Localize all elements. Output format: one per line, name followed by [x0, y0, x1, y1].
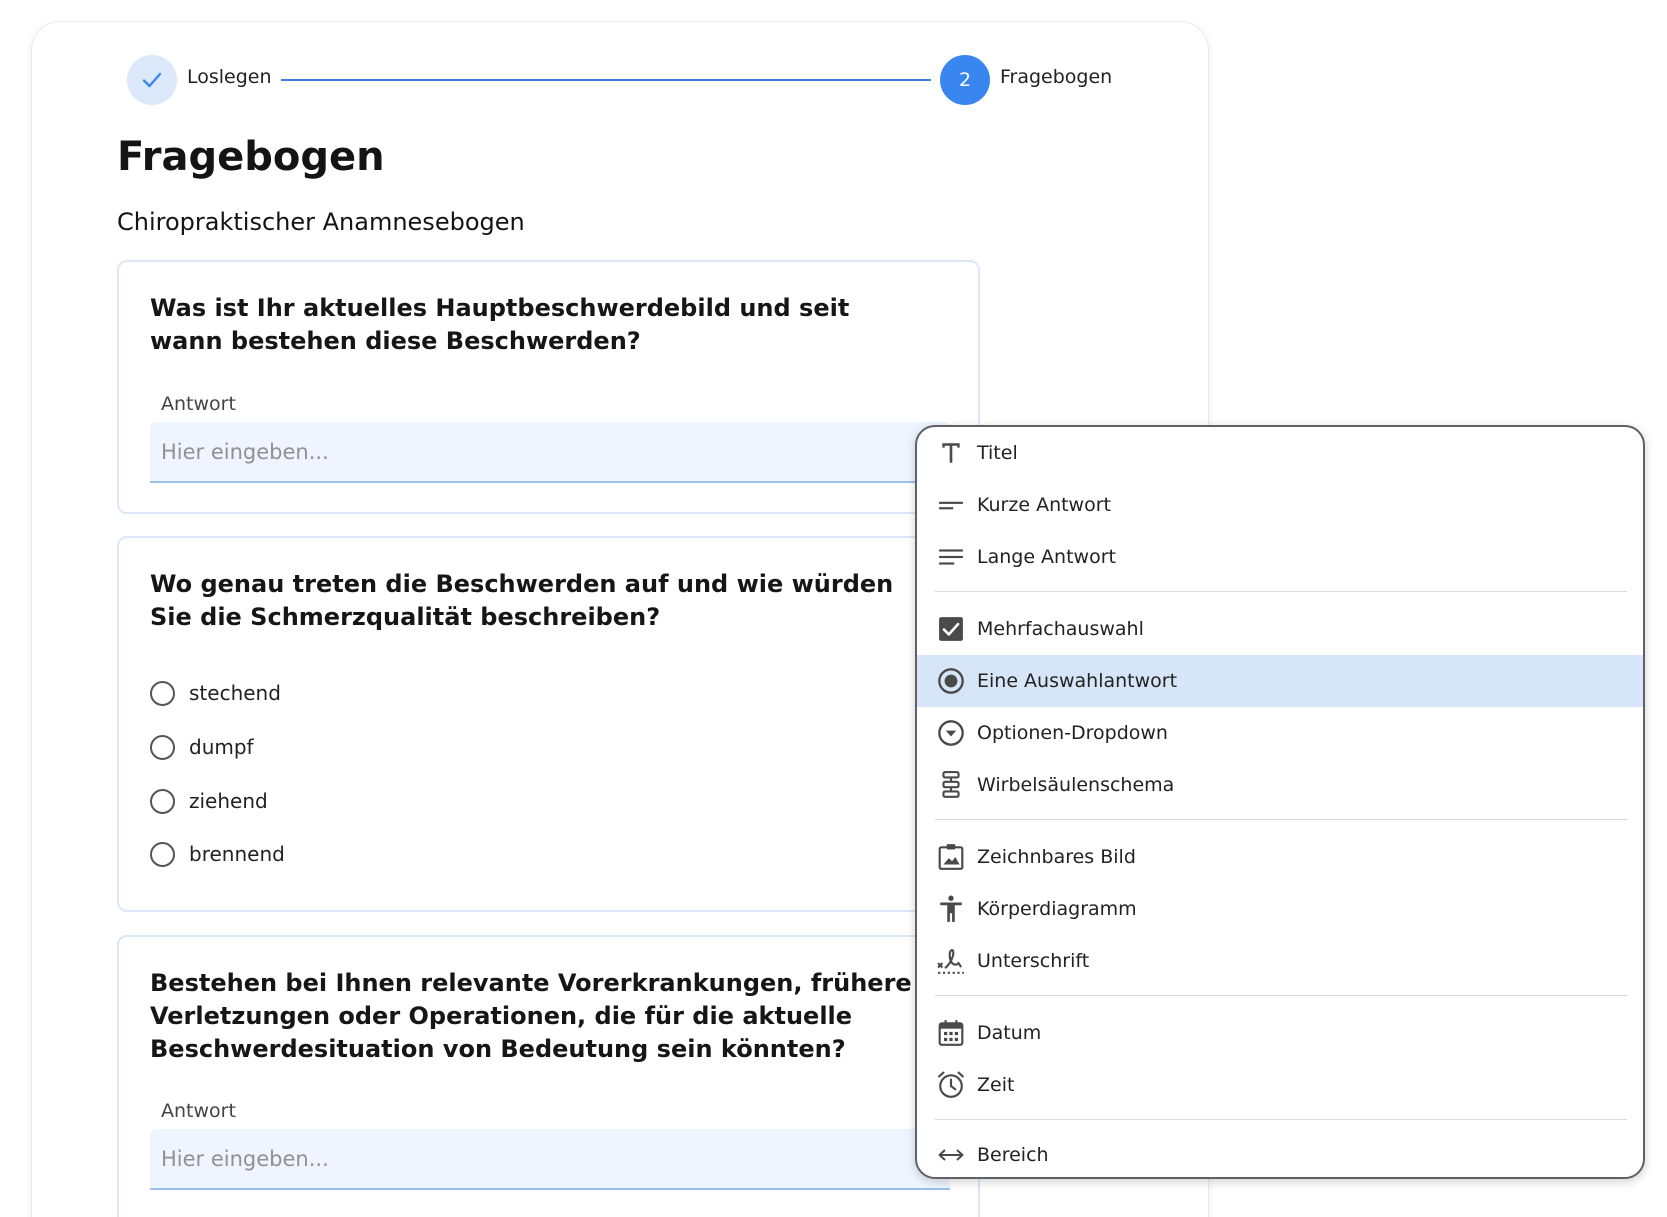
short-text-icon	[937, 491, 965, 519]
menu-divider	[935, 819, 1627, 820]
step-label-loslegen[interactable]: Loslegen	[187, 66, 272, 88]
menu-item-mehrfachauswahl[interactable]: Mehrfachauswahl	[917, 603, 1643, 655]
radio-circle-icon[interactable]	[150, 734, 175, 760]
menu-item-zeichnbares-bild[interactable]: Zeichnbares Bild	[917, 831, 1643, 883]
body-figure-icon	[937, 895, 965, 923]
question-text: Was ist Ihr aktuelles Hauptbeschwerdebil…	[150, 294, 850, 355]
menu-item-datum[interactable]: Datum	[917, 1007, 1643, 1059]
drawable-image-icon	[937, 843, 965, 871]
radio-label: ziehend	[189, 789, 268, 813]
calendar-icon	[937, 1019, 965, 1047]
title-icon	[937, 439, 965, 467]
radio-option-dumpf[interactable]: dumpf	[150, 732, 254, 762]
radio-icon	[937, 667, 965, 695]
answer-label: Antwort	[161, 393, 236, 415]
menu-item-optionen-dropdown[interactable]: Optionen-Dropdown	[917, 707, 1643, 759]
menu-item-label: Kurze Antwort	[977, 494, 1111, 516]
menu-item-label: Datum	[977, 1022, 1042, 1044]
radio-circle-icon[interactable]	[150, 680, 175, 706]
spine-icon	[937, 771, 965, 799]
menu-item-unterschrift[interactable]: Unterschrift	[917, 935, 1643, 987]
menu-item-lange-antwort[interactable]: Lange Antwort	[917, 531, 1643, 583]
menu-item-wirbelsaeulenschema[interactable]: Wirbelsäulenschema	[917, 759, 1643, 811]
radio-option-stechend[interactable]: stechend	[150, 678, 281, 708]
menu-item-koerperdiagramm[interactable]: Körperdiagramm	[917, 883, 1643, 935]
page-subtitle: Chiropraktischer Anamnesebogen	[117, 208, 525, 236]
menu-divider	[935, 995, 1627, 996]
stepper-connector	[281, 79, 931, 81]
radio-option-ziehend[interactable]: ziehend	[150, 786, 268, 816]
question-card-1: Was ist Ihr aktuelles Hauptbeschwerdebil…	[117, 260, 980, 514]
menu-item-label: Optionen-Dropdown	[977, 722, 1168, 744]
question-text: Bestehen bei Ihnen relevante Vorerkranku…	[150, 969, 912, 1063]
menu-item-label: Zeichnbares Bild	[977, 846, 1136, 868]
page-title: Fragebogen	[117, 134, 385, 180]
radio-circle-icon[interactable]	[150, 841, 175, 867]
range-arrows-icon	[937, 1141, 965, 1169]
menu-item-label: Unterschrift	[977, 950, 1090, 972]
menu-divider	[935, 591, 1627, 592]
alarm-clock-icon	[937, 1071, 965, 1099]
checkbox-icon	[937, 615, 965, 643]
menu-item-label: Bereich	[977, 1144, 1049, 1166]
question-card-3: Bestehen bei Ihnen relevante Vorerkranku…	[117, 935, 980, 1217]
menu-item-label: Lange Antwort	[977, 546, 1116, 568]
menu-item-label: Titel	[977, 442, 1018, 464]
dropdown-circle-icon	[937, 719, 965, 747]
menu-item-label: Körperdiagramm	[977, 898, 1137, 920]
menu-item-label: Zeit	[977, 1074, 1015, 1096]
radio-label: dumpf	[189, 735, 254, 759]
menu-item-label: Mehrfachauswahl	[977, 618, 1144, 640]
step-complete-check-icon[interactable]	[127, 55, 177, 105]
answer-input[interactable]	[150, 1129, 950, 1190]
radio-circle-icon[interactable]	[150, 788, 175, 814]
menu-item-titel[interactable]: Titel	[917, 427, 1643, 479]
question-text: Wo genau treten die Beschwerden auf und …	[150, 570, 894, 631]
long-text-icon	[937, 543, 965, 571]
menu-item-zeit[interactable]: Zeit	[917, 1059, 1643, 1111]
step-label-fragebogen[interactable]: Fragebogen	[1000, 66, 1112, 88]
answer-input[interactable]	[150, 422, 950, 483]
radio-option-brennend[interactable]: brennend	[150, 839, 285, 869]
question-card-2: Wo genau treten die Beschwerden auf und …	[117, 536, 980, 912]
menu-item-label: Wirbelsäulenschema	[977, 774, 1175, 796]
radio-label: stechend	[189, 681, 281, 705]
menu-divider	[935, 1119, 1627, 1120]
radio-label: brennend	[189, 842, 285, 866]
menu-item-label: Eine Auswahlantwort	[977, 670, 1178, 692]
step-number-badge[interactable]: 2	[940, 55, 990, 105]
menu-item-eine-auswahlantwort[interactable]: Eine Auswahlantwort	[917, 655, 1643, 707]
signature-icon	[937, 947, 965, 975]
menu-item-bereich[interactable]: Bereich	[917, 1129, 1643, 1177]
field-type-menu: Titel Kurze Antwort Lange Antwort Mehrfa…	[915, 425, 1645, 1179]
answer-label: Antwort	[161, 1100, 236, 1122]
menu-item-kurze-antwort[interactable]: Kurze Antwort	[917, 479, 1643, 531]
